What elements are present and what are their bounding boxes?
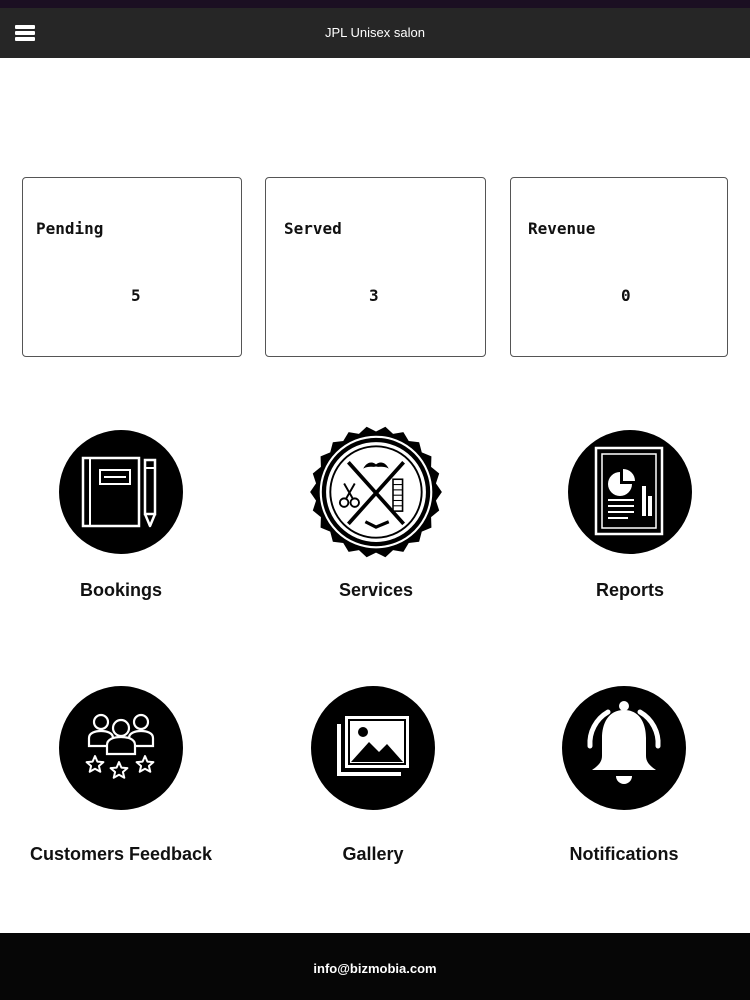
footer: info@bizmobia.com — [0, 933, 750, 1000]
notification-bell-icon — [562, 686, 686, 810]
app-header: JPL Unisex salon — [0, 8, 750, 58]
bookings-label: Bookings — [79, 580, 162, 600]
barber-services-badge-icon — [310, 426, 442, 558]
services-label: Services — [338, 580, 414, 600]
bookings-notebook-icon — [59, 430, 183, 554]
services-tile[interactable]: Services — [271, 426, 481, 608]
app-title: JPL Unisex salon — [325, 25, 425, 40]
pending-card[interactable]: Pending 5 — [22, 177, 242, 357]
pending-value: 5 — [131, 286, 141, 305]
reports-label: Reports — [595, 580, 664, 600]
report-document-icon — [568, 430, 692, 554]
served-card[interactable]: Served 3 — [265, 177, 486, 357]
served-label: Served — [284, 219, 342, 238]
revenue-card[interactable]: Revenue 0 — [510, 177, 728, 357]
gallery-tile[interactable]: Gallery — [268, 684, 478, 869]
bookings-tile[interactable]: Bookings — [16, 428, 226, 608]
gallery-image-icon — [311, 686, 435, 810]
footer-email-link[interactable]: info@bizmobia.com — [0, 933, 750, 1000]
reports-tile[interactable]: Reports — [525, 428, 735, 608]
pending-label: Pending — [36, 219, 104, 238]
app-screen: JPL Unisex salon Pending 5 Served 3 Reve… — [0, 0, 750, 1000]
notifications-tile[interactable]: Notifications — [519, 684, 729, 869]
served-value: 3 — [369, 286, 379, 305]
gallery-label: Gallery — [342, 844, 404, 864]
customers-feedback-icon — [59, 686, 183, 810]
status-bar — [0, 0, 750, 8]
revenue-value: 0 — [621, 286, 631, 305]
notifications-label: Notifications — [569, 844, 679, 864]
customers-feedback-label: Customers Feedback — [29, 844, 213, 864]
revenue-label: Revenue — [528, 219, 596, 238]
customers-feedback-tile[interactable]: Customers Feedback — [16, 684, 226, 869]
